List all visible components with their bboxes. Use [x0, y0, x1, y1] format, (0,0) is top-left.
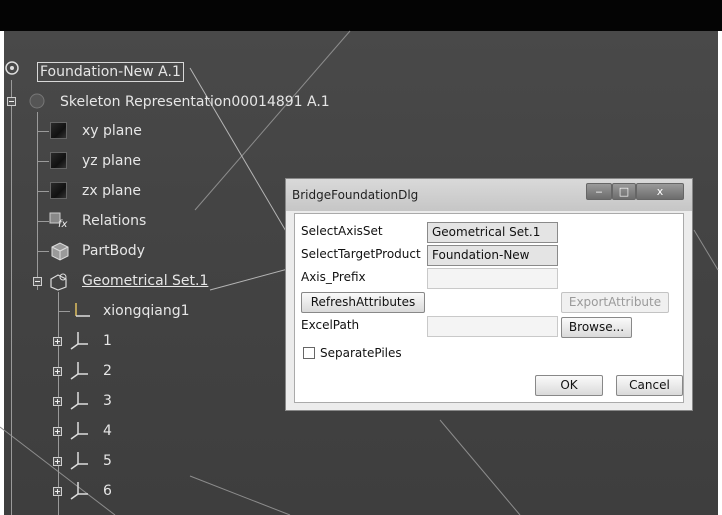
tree-connector [37, 161, 49, 162]
catia-workspace: Foundation-New A.1 Skeleton Representati… [0, 0, 722, 515]
dialog-title: BridgeFoundationDlg [292, 188, 419, 202]
tree-item-zx-plane[interactable]: zx plane [82, 182, 141, 200]
tree-item-axis-6[interactable]: 6 [103, 482, 112, 500]
tree-trunk-line [11, 80, 12, 515]
skeleton-gear-icon [29, 93, 45, 109]
tree-item-xy-plane[interactable]: xy plane [82, 122, 142, 140]
axis-system-icon [70, 392, 88, 410]
axis-system-icon [70, 482, 88, 500]
minimize-button[interactable]: ‒ [586, 183, 612, 200]
expand-toggle[interactable] [53, 457, 62, 466]
plane-icon [50, 182, 67, 199]
select-target-product-label: SelectTargetProduct [301, 247, 421, 261]
axis-system-icon [75, 303, 90, 317]
excel-path-label: ExcelPath [301, 318, 360, 332]
partbody-icon [51, 242, 69, 261]
geometrical-set-icon [50, 273, 67, 291]
tree-root-foundation-new[interactable]: Foundation-New A.1 [37, 62, 184, 82]
bridge-foundation-dialog: BridgeFoundationDlg ‒ □ x SelectAxisSet … [285, 178, 693, 411]
maximize-icon: □ [618, 185, 630, 198]
tree-item-partbody[interactable]: PartBody [82, 242, 145, 260]
svg-text:fx: fx [58, 219, 68, 230]
select-axis-set-field[interactable]: Geometrical Set.1 [427, 222, 558, 243]
tree-branch-line [37, 112, 38, 290]
plane-icon [50, 122, 67, 139]
close-icon: x [656, 185, 664, 198]
expand-toggle[interactable] [53, 487, 62, 496]
axis-system-icon [70, 332, 88, 350]
refresh-attributes-button[interactable]: RefreshAttributes [301, 292, 425, 313]
dialog-body: SelectAxisSet Geometrical Set.1 SelectTa… [294, 213, 684, 403]
expand-toggle[interactable] [53, 427, 62, 436]
tree-item-yz-plane[interactable]: yz plane [82, 152, 141, 170]
axis-system-icon [70, 422, 88, 440]
tree-item-axis-5[interactable]: 5 [103, 452, 112, 470]
collapse-toggle[interactable] [7, 97, 16, 106]
separate-piles-checkbox[interactable] [303, 347, 315, 359]
tree-item-geometrical-set[interactable]: Geometrical Set.1 [82, 272, 208, 290]
tree-item-axis-1[interactable]: 1 [103, 332, 112, 350]
axis-system-icon [70, 452, 88, 470]
select-axis-set-label: SelectAxisSet [301, 224, 383, 238]
export-attribute-button[interactable]: ExportAttribute [561, 292, 669, 313]
expand-toggle[interactable] [53, 367, 62, 376]
tree-item-axis-3[interactable]: 3 [103, 392, 112, 410]
maximize-button[interactable]: □ [612, 183, 636, 200]
tree-item-axis-2[interactable]: 2 [103, 362, 112, 380]
collapse-toggle[interactable] [33, 277, 42, 286]
minimize-icon: ‒ [595, 185, 603, 198]
product-gear-icon [5, 61, 19, 75]
tree-connector [58, 311, 70, 312]
separate-piles-label: SeparatePiles [320, 346, 402, 360]
axis-prefix-input[interactable] [427, 268, 558, 289]
tree-item-axis-4[interactable]: 4 [103, 422, 112, 440]
tree-connector [37, 191, 49, 192]
expand-toggle[interactable] [53, 397, 62, 406]
excel-path-input[interactable] [427, 316, 558, 337]
close-button[interactable]: x [636, 183, 684, 200]
plane-icon [50, 152, 67, 169]
tree-item-relations[interactable]: Relations [82, 212, 146, 230]
select-target-product-field[interactable]: Foundation-New [427, 245, 558, 266]
tree-connector [37, 131, 49, 132]
cancel-button[interactable]: Cancel [616, 375, 683, 396]
tree-item-skeleton[interactable]: Skeleton Representation00014891 A.1 [60, 93, 330, 111]
axis-prefix-label: Axis_Prefix [301, 270, 366, 284]
expand-toggle[interactable] [53, 337, 62, 346]
dialog-titlebar[interactable]: BridgeFoundationDlg ‒ □ x [286, 179, 692, 211]
ok-button[interactable]: OK [535, 375, 603, 396]
tree-item-xiongqiang1[interactable]: xiongqiang1 [103, 302, 190, 320]
relations-icon: fx [49, 212, 68, 230]
browse-button[interactable]: Browse... [561, 317, 632, 338]
axis-system-icon [70, 362, 88, 380]
